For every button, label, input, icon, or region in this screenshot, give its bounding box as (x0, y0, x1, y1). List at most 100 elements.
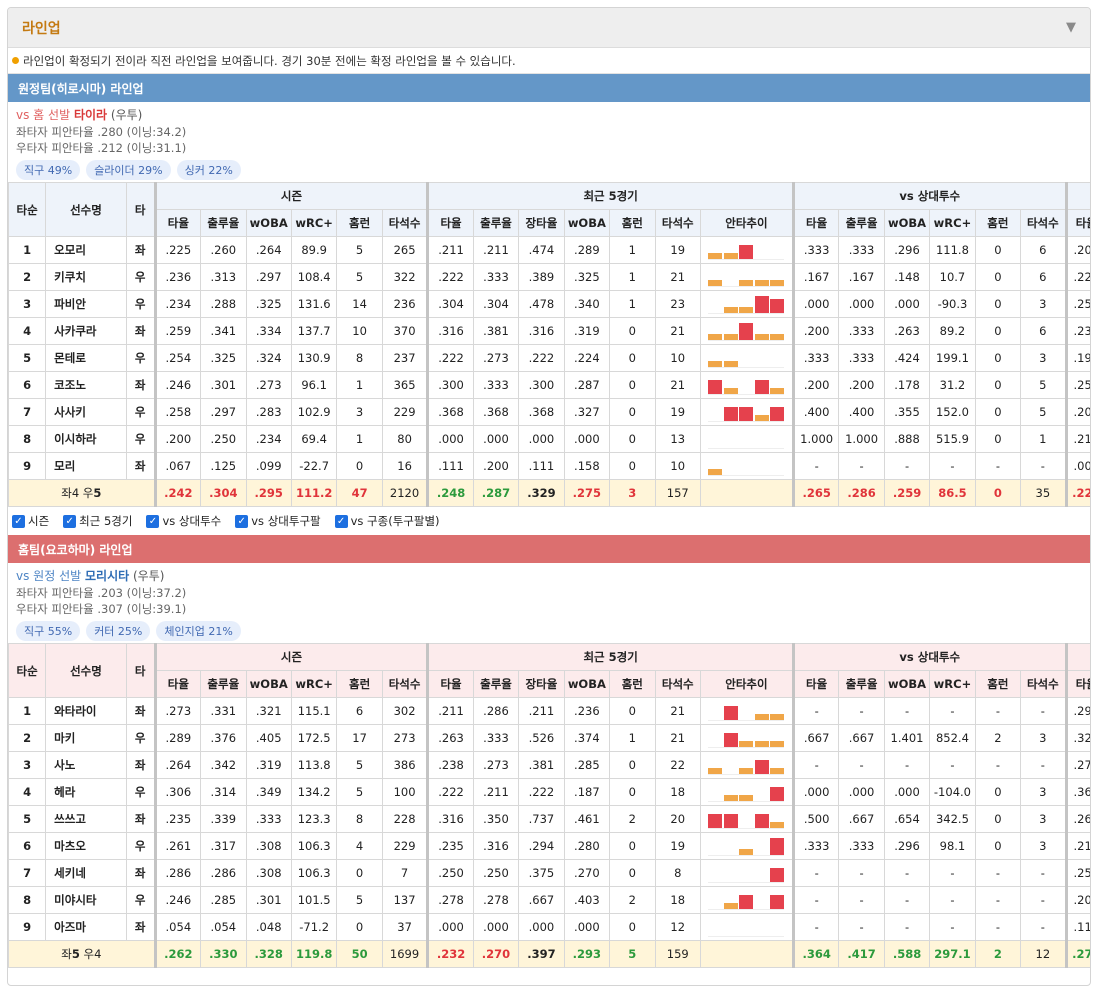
header-season-col[interactable]: 홈런 (336, 209, 383, 237)
pitch-tag[interactable]: 슬라이더 29% (86, 160, 171, 180)
player-name[interactable]: 오모리 (45, 236, 127, 264)
pitch-tag[interactable]: 체인지업 21% (156, 621, 241, 641)
header-vs-col[interactable]: 타율 (792, 209, 840, 237)
header-extra-col[interactable]: 타율 (1065, 670, 1090, 698)
table-row[interactable]: 6 마츠오 우 .261.317.308 106.3 4 229.235.316.294.2… (8, 832, 1090, 860)
header-extra-col[interactable]: 타율 (1065, 209, 1090, 237)
header-vs-col[interactable]: 타석수 (1020, 670, 1068, 698)
vs-stat: - (883, 697, 931, 725)
checkbox-checked-icon[interactable]: ✓ (146, 514, 160, 528)
pitch-tag[interactable]: 직구 55% (16, 621, 81, 641)
player-name[interactable]: 사사키 (45, 398, 127, 426)
header-vs-col[interactable]: 출루율 (838, 209, 885, 237)
player-name[interactable]: 사노 (45, 751, 127, 779)
header-vs-col[interactable]: wRC+ (929, 209, 976, 237)
header-recent-col[interactable]: wOBA (563, 209, 611, 237)
player-name[interactable]: 마츠오 (45, 832, 127, 860)
checkbox-checked-icon[interactable]: ✓ (63, 514, 77, 528)
header-recent-col[interactable]: 홈런 (609, 209, 656, 237)
header-recent-col[interactable]: 홈런 (609, 670, 656, 698)
header-recent-col[interactable]: wOBA (563, 670, 611, 698)
player-name[interactable]: 와타라이 (45, 697, 127, 725)
table-row[interactable]: 3 파비안 우 .234.288.325 131.6 14 236.304.304.478.… (8, 290, 1090, 318)
header-season-col[interactable]: 타율 (154, 209, 202, 237)
header-recent-col[interactable]: 타석수 (654, 209, 701, 237)
pitch-tag[interactable]: 커터 25% (86, 621, 151, 641)
header-recent-col[interactable]: 출루율 (472, 670, 520, 698)
header-recent-col[interactable]: 타율 (427, 209, 474, 237)
header-recent-col[interactable]: 타율 (427, 670, 474, 698)
away-opponent-pitcher[interactable]: 타이라 (74, 108, 107, 122)
home-opponent-pitcher[interactable]: 모리시타 (85, 569, 129, 583)
header-season-col[interactable]: wOBA (245, 670, 292, 698)
recent-stat: .333 (472, 371, 520, 399)
player-name[interactable]: 코조노 (45, 371, 127, 399)
checkbox-checked-icon[interactable]: ✓ (235, 514, 249, 528)
table-row[interactable]: 4 사카쿠라 좌 .259.341.334 137.7 10 370.316.381.316… (8, 317, 1090, 345)
table-row[interactable]: 3 사노 좌 .264.342.319 113.8 5 386.238.273.381.28… (8, 751, 1090, 779)
player-name[interactable]: 키쿠치 (45, 263, 127, 291)
player-name[interactable]: 몬테로 (45, 344, 127, 372)
header-season-col[interactable]: wRC+ (290, 209, 338, 237)
player-name[interactable]: 사카쿠라 (45, 317, 127, 345)
header-vs-col[interactable]: 출루율 (838, 670, 885, 698)
checkbox-checked-icon[interactable]: ✓ (334, 514, 348, 528)
header-vs-col[interactable]: 타석수 (1020, 209, 1068, 237)
table-row[interactable]: 9 모리 좌 .067.125.099 -22.7 0 16.111.200.111.158… (8, 452, 1090, 480)
player-name[interactable]: 마키 (45, 724, 127, 752)
header-vs-col[interactable]: wOBA (883, 209, 931, 237)
table-row[interactable]: 4 헤라 우 .306.314.349 134.2 5 100.222.211.222.18… (8, 778, 1090, 806)
header-season-col[interactable]: 타석수 (381, 670, 430, 698)
player-name[interactable]: 이시하라 (45, 425, 127, 453)
header-recent-col[interactable]: 장타율 (518, 670, 565, 698)
header-recent-col[interactable]: 안타추이 (699, 209, 795, 237)
table-row[interactable]: 5 쓰쓰고 좌 .235.339.333 123.3 8 228.316.350.737.4… (8, 805, 1090, 833)
table-row[interactable]: 7 사사키 우 .258.297.283 102.9 3 229.368.368.368.3… (8, 398, 1090, 426)
header-season-col[interactable]: 홈런 (336, 670, 383, 698)
filter-checkbox[interactable]: ✓ 시즌 (12, 513, 49, 529)
player-name[interactable]: 세키네 (45, 859, 127, 887)
player-name[interactable]: 아즈마 (45, 913, 127, 941)
filter-checkbox[interactable]: ✓ 최근 5경기 (63, 513, 132, 529)
checkbox-checked-icon[interactable]: ✓ (12, 514, 25, 528)
panel-header[interactable]: 라인업 ▼ (8, 8, 1090, 48)
header-recent-col[interactable]: 타석수 (654, 670, 701, 698)
header-season-col[interactable]: 타석수 (381, 209, 430, 237)
header-recent-col[interactable]: 출루율 (472, 209, 520, 237)
header-vs-col[interactable]: 타율 (792, 670, 840, 698)
header-season-col[interactable]: wRC+ (290, 670, 338, 698)
header-season-col[interactable]: 타율 (154, 670, 202, 698)
table-row[interactable]: 9 아즈마 좌 .054.054.048 -71.2 0 37.000.000.000.00… (8, 913, 1090, 941)
collapse-toggle-icon[interactable]: ▼ (1066, 20, 1076, 35)
header-vs-col[interactable]: wRC+ (929, 670, 976, 698)
vs-stat: - (974, 452, 1022, 480)
player-name[interactable]: 파비안 (45, 290, 127, 318)
table-row[interactable]: 1 와타라이 좌 .273.331.321 115.1 6 302.211.286.211.… (8, 697, 1090, 725)
header-recent-col[interactable]: 안타추이 (699, 670, 795, 698)
table-row[interactable]: 8 미야시타 우 .246.285.301 101.5 5 137.278.278.667.… (8, 886, 1090, 914)
player-name[interactable]: 모리 (45, 452, 127, 480)
header-vs-col[interactable]: 홈런 (974, 670, 1022, 698)
pitch-tag[interactable]: 직구 49% (16, 160, 81, 180)
header-vs-col[interactable]: wOBA (883, 670, 931, 698)
player-name[interactable]: 미야시타 (45, 886, 127, 914)
table-row[interactable]: 5 몬테로 우 .254.325.324 130.9 8 237.222.273.222.2… (8, 344, 1090, 372)
player-name[interactable]: 쓰쓰고 (45, 805, 127, 833)
table-row[interactable]: 7 세키네 좌 .286.286.308 106.3 0 7.250.250.375.270… (8, 859, 1090, 887)
player-name[interactable]: 헤라 (45, 778, 127, 806)
header-recent-col[interactable]: 장타율 (518, 209, 565, 237)
season-stat: .349 (245, 778, 292, 806)
header-season-col[interactable]: wOBA (245, 209, 292, 237)
header-season-col[interactable]: 출루율 (200, 670, 247, 698)
header-season-col[interactable]: 출루율 (200, 209, 247, 237)
table-row[interactable]: 6 코조노 좌 .246.301.273 96.1 1 365.300.333.300.28… (8, 371, 1090, 399)
table-row[interactable]: 2 마키 우 .289.376.405 172.5 17 273.263.333.526.3… (8, 724, 1090, 752)
table-row[interactable]: 8 이시하라 우 .200.250.234 69.4 1 80.000.000.000.00… (8, 425, 1090, 453)
filter-checkbox[interactable]: ✓ vs 상대투수 (146, 513, 221, 529)
filter-checkbox[interactable]: ✓ vs 상대투구팔 (235, 513, 321, 529)
table-row[interactable]: 1 오모리 좌 .225.260.264 89.9 5 265.211.211.474.28… (8, 236, 1090, 264)
table-row[interactable]: 2 키쿠치 우 .236.313.297 108.4 5 322.222.333.389.3… (8, 263, 1090, 291)
filter-checkbox[interactable]: ✓ vs 구종(투구팔별) (334, 513, 440, 529)
header-vs-col[interactable]: 홈런 (974, 209, 1022, 237)
pitch-tag[interactable]: 싱커 22% (176, 160, 241, 180)
